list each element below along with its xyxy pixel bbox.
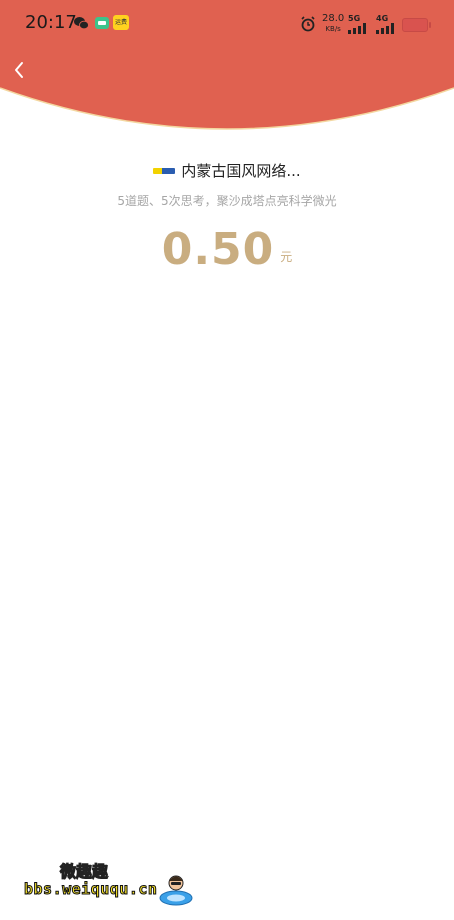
merchant-name: 内蒙古国风网络...	[181, 162, 301, 180]
shipping-app-icon: 运费	[113, 15, 129, 30]
message-icon	[95, 17, 109, 29]
wechat-icon	[74, 17, 89, 30]
signal-5g-icon	[348, 23, 366, 34]
status-bar: 20:17 运费 28.0 KB/s 5G 4G	[0, 0, 454, 48]
merchant-info: 内蒙古国风网络...	[0, 160, 454, 181]
watermark-title: 微趣趣	[59, 862, 109, 882]
signal-4g-icon	[376, 23, 394, 34]
blessing-text: 5道题、5次思考，聚沙成塔点亮科学微光	[117, 194, 337, 208]
status-time: 20:17	[25, 12, 77, 33]
amount-unit: 元	[280, 250, 293, 264]
merchant-logo	[153, 167, 176, 174]
network-speed: 28.0 KB/s	[322, 14, 344, 34]
battery-icon	[402, 18, 431, 32]
mascot-icon	[159, 875, 193, 906]
chevron-left-icon[interactable]	[8, 58, 32, 82]
watermark-url: bbs.weiququ.cn	[23, 880, 158, 899]
alarm-icon	[301, 16, 315, 32]
amount-value: 0.50	[161, 224, 275, 275]
speed-unit: KB/s	[325, 25, 341, 33]
amount-row: 0.50 元	[0, 224, 454, 275]
site-watermark: 微趣趣 bbs.weiququ.cn	[23, 858, 204, 908]
speed-value: 28.0	[322, 13, 345, 24]
